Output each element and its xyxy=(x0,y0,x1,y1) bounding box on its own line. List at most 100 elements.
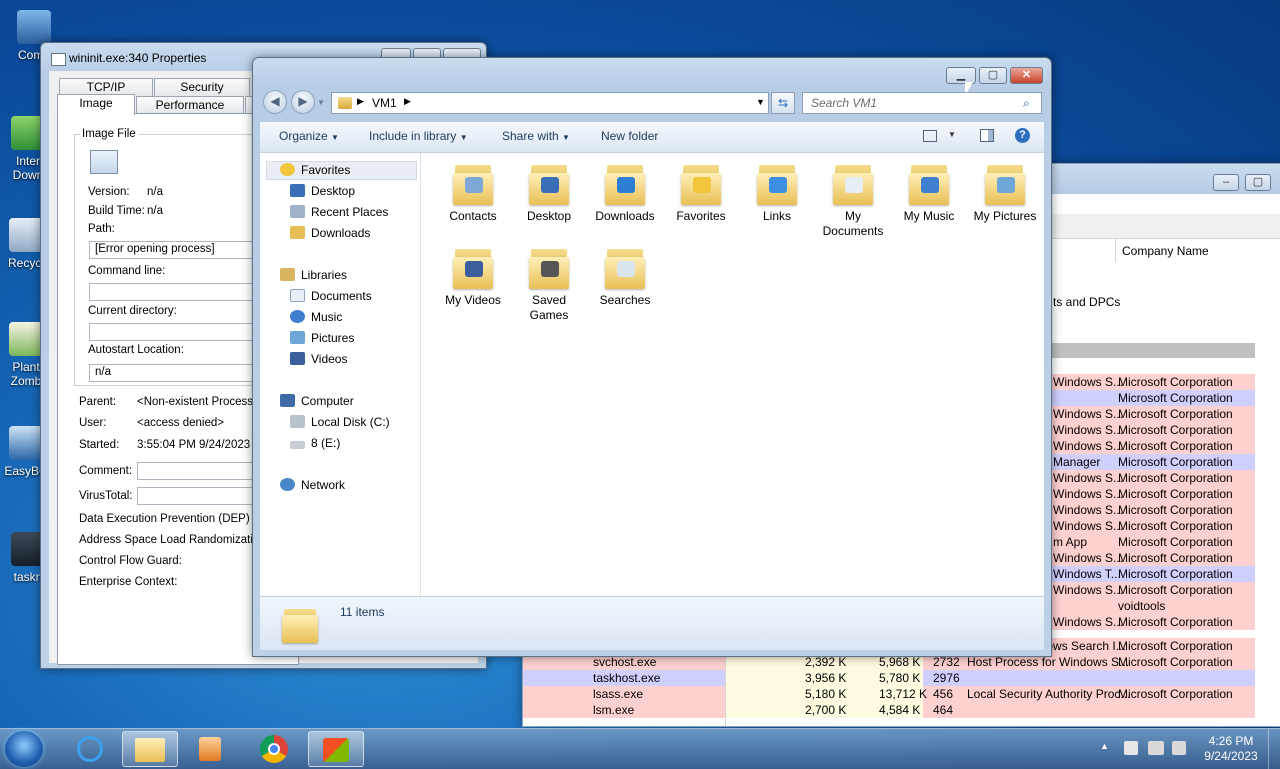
chrome-icon-center xyxy=(268,743,280,755)
new-folder-button[interactable]: New folder xyxy=(601,129,658,143)
process-private-bytes: 2,700 K xyxy=(805,703,847,717)
nav-computer[interactable]: Computer xyxy=(280,394,354,408)
internet-explorer-taskbar-button[interactable] xyxy=(62,731,118,767)
search-input[interactable]: Search VM1 xyxy=(802,92,1042,114)
forward-button[interactable]: ▶ xyxy=(291,90,315,114)
folder-item[interactable]: My Documents xyxy=(816,161,890,239)
folder-item[interactable]: My Pictures xyxy=(968,161,1042,224)
nav-local-disk[interactable]: Local Disk (C:) xyxy=(290,415,390,429)
folder-item[interactable]: My Music xyxy=(892,161,966,224)
nav-videos[interactable]: Videos xyxy=(290,352,347,366)
help-icon[interactable]: ? xyxy=(1015,128,1030,143)
folder-item[interactable]: My Videos xyxy=(436,245,510,308)
process-row[interactable]: taskhost.exe 3,956 K 5,780 K 2976 xyxy=(523,670,1255,686)
folder-item[interactable]: Links xyxy=(740,161,814,224)
nav-documents[interactable]: Documents xyxy=(290,289,372,303)
chrome-taskbar-button[interactable] xyxy=(246,731,302,767)
process-description: Manager xyxy=(1053,455,1101,469)
breadcrumb-vm1[interactable]: VM1 xyxy=(372,96,397,110)
version-value: n/a xyxy=(147,186,163,198)
process-name: svchost.exe xyxy=(593,655,657,669)
back-button[interactable]: ◀ xyxy=(263,90,287,114)
share-with-button[interactable]: Share with ▼ xyxy=(502,129,570,143)
folder-item[interactable]: Favorites xyxy=(664,161,738,224)
action-center-icon[interactable] xyxy=(1124,741,1138,755)
user-label: User: xyxy=(79,417,107,429)
process-explorer-icon xyxy=(323,738,349,762)
folder-badge-icon xyxy=(465,261,483,277)
folder-front xyxy=(282,615,318,643)
show-desktop-button[interactable] xyxy=(1268,729,1280,769)
include-in-library-button[interactable]: Include in library ▼ xyxy=(369,129,468,143)
folder-badge-icon xyxy=(921,177,939,193)
clock[interactable]: 4:26 PM 9/24/2023 xyxy=(1196,734,1266,764)
network-status-icon[interactable] xyxy=(1148,741,1164,755)
folder-label: Contacts xyxy=(449,209,497,223)
organize-button[interactable]: Organize ▼ xyxy=(279,129,339,143)
comment-label: Comment: xyxy=(79,465,133,477)
file-list: Contacts Desktop Downloads Favorites Links My… xyxy=(421,153,1044,596)
process-row[interactable]: lsm.exe 2,700 K 4,584 K 464 xyxy=(523,702,1255,718)
nav-downloads[interactable]: Downloads xyxy=(290,226,370,240)
nav-documents-label: Documents xyxy=(311,289,372,303)
folder-label: Saved Games xyxy=(529,293,569,322)
folder-item[interactable]: Downloads xyxy=(588,161,662,224)
explorer-window[interactable]: ▁ ▢ ✕ ◀ ▶ ▼ ▶ VM1 ▶ ▼ ⇆ Search VM1 ⌕ Org… xyxy=(252,57,1052,657)
explorer-taskbar-button[interactable] xyxy=(122,731,178,767)
current-directory-label: Current directory: xyxy=(88,305,177,317)
chevron-down-icon[interactable]: ▼ xyxy=(948,130,956,139)
show-hidden-icons-button[interactable]: ▲ xyxy=(1100,741,1109,751)
hard-drive-icon xyxy=(290,415,305,428)
folder-item[interactable]: Saved Games xyxy=(512,245,586,323)
maximize-button[interactable]: ▢ xyxy=(979,67,1007,84)
removable-drive-icon xyxy=(290,441,305,449)
process-company: Microsoft Corporation xyxy=(1118,391,1233,405)
nav-pictures[interactable]: Pictures xyxy=(290,331,354,345)
close-button[interactable]: ✕ xyxy=(1010,67,1043,84)
volume-muted-icon[interactable] xyxy=(1172,741,1186,755)
command-bar: Organize ▼ Include in library ▼ Share wi… xyxy=(260,122,1044,153)
breadcrumb-chevron-icon[interactable]: ▶ xyxy=(357,96,364,107)
refresh-button[interactable]: ⇆ xyxy=(771,92,795,114)
nav-drive-e[interactable]: 8 (E:) xyxy=(290,436,340,450)
documents-icon xyxy=(290,289,305,302)
process-description: Local Security Authority Proc... xyxy=(967,687,1131,701)
nav-music[interactable]: Music xyxy=(290,310,342,324)
tab-image[interactable]: Image xyxy=(57,94,135,115)
media-player-taskbar-button[interactable] xyxy=(182,731,238,767)
folder-label: My Videos xyxy=(445,293,501,307)
maximize-button[interactable]: ▢ xyxy=(1245,174,1271,191)
process-company: Microsoft Corporation xyxy=(1118,551,1233,565)
preview-pane-icon[interactable] xyxy=(980,129,994,142)
process-company: Microsoft Corporation xyxy=(1118,583,1233,597)
column-header-company[interactable]: Company Name xyxy=(1115,238,1255,262)
address-bar[interactable]: ▶ VM1 ▶ ▼ xyxy=(331,92,769,114)
recent-pages-dropdown[interactable]: ▼ xyxy=(317,98,325,107)
nav-recent-places[interactable]: Recent Places xyxy=(290,205,388,219)
process-explorer-taskbar-button[interactable] xyxy=(308,731,364,767)
process-description: Windows S... xyxy=(1053,503,1124,517)
nav-network[interactable]: Network xyxy=(280,478,345,492)
tab-performance[interactable]: Performance xyxy=(136,96,244,114)
folder-item[interactable]: Contacts xyxy=(436,161,510,224)
breadcrumb-chevron-icon[interactable]: ▶ xyxy=(404,96,411,107)
folder-item[interactable]: Searches xyxy=(588,245,662,308)
process-company: Microsoft Corporation xyxy=(1118,687,1233,701)
nav-videos-label: Videos xyxy=(311,352,348,366)
details-pane: 11 items xyxy=(260,596,1044,650)
nav-favorites[interactable]: Favorites xyxy=(280,163,350,177)
minimize-button[interactable]: – xyxy=(1213,174,1239,191)
process-description: Windows S... xyxy=(1053,423,1124,437)
folder-item[interactable]: Desktop xyxy=(512,161,586,224)
nav-libraries[interactable]: Libraries xyxy=(280,268,347,282)
folder-icon xyxy=(681,161,721,205)
process-row[interactable]: lsass.exe 5,180 K 13,712 K 456 Local Securit… xyxy=(523,686,1255,702)
tab-security[interactable]: Security xyxy=(154,78,250,96)
address-dropdown-icon[interactable]: ▼ xyxy=(756,97,765,107)
view-options-icon[interactable] xyxy=(923,130,937,142)
computer-icon xyxy=(280,394,295,407)
start-button[interactable] xyxy=(5,731,43,767)
nav-desktop[interactable]: Desktop xyxy=(290,184,355,198)
folder-badge-icon xyxy=(769,177,787,193)
process-working-set: 5,780 K xyxy=(879,671,921,685)
